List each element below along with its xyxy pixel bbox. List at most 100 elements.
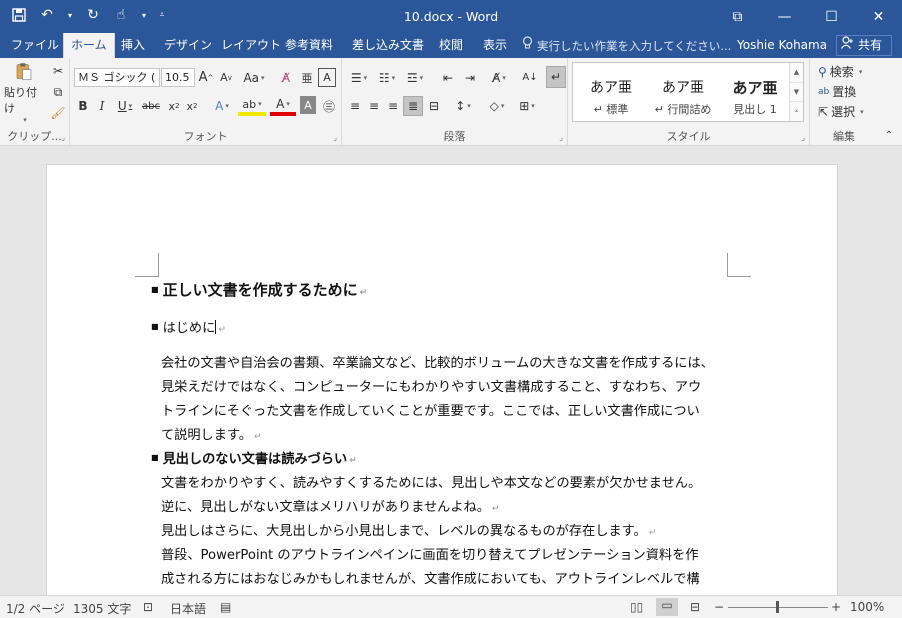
heading-main[interactable]: ■ 正しい文書を作成するために ↵ bbox=[151, 279, 367, 300]
para2-line-2[interactable]: 逆に、見出しがない文章はメリハリがありませんよね。 ↵ bbox=[161, 496, 499, 515]
para1-line-2[interactable]: 見栄えだけではなく、コンピューターにもわかりやすい文書構成すること、すなわち、ア… bbox=[161, 376, 701, 395]
tab-home[interactable]: ホーム bbox=[63, 33, 115, 58]
copy-icon[interactable]: ⧉ bbox=[49, 83, 67, 101]
para1-line-3[interactable]: トラインにそぐった文書を作成していくことが重要です。ここでは、正しい文書作成につ… bbox=[161, 400, 700, 419]
decrease-indent-icon[interactable]: ⇤ bbox=[438, 68, 458, 87]
select-button[interactable]: ⇱ 選択 ▾ bbox=[818, 103, 864, 120]
italic-icon[interactable]: I bbox=[95, 96, 109, 116]
zoom-out-icon[interactable]: − bbox=[714, 600, 724, 614]
tab-review[interactable]: 校閲 bbox=[432, 33, 470, 58]
proofing-icon[interactable]: ⊡ bbox=[143, 600, 153, 614]
user-name[interactable]: Yoshie Kohama bbox=[737, 33, 827, 57]
highlight-color-icon[interactable]: ab ▾ bbox=[238, 96, 266, 116]
page-count[interactable]: 1/2 ページ bbox=[6, 600, 65, 617]
strikethrough-icon[interactable]: abc bbox=[140, 96, 162, 116]
macro-record-icon[interactable]: ▤ bbox=[220, 600, 231, 614]
find-label: 検索 bbox=[829, 65, 854, 79]
enclose-characters-icon[interactable]: ㊂ bbox=[320, 96, 338, 116]
share-button[interactable]: 共有 bbox=[836, 35, 892, 56]
numbering-icon[interactable]: ☷ ▾ bbox=[374, 68, 400, 87]
web-layout-icon[interactable]: ⊟ bbox=[690, 600, 700, 614]
bold-icon[interactable]: B bbox=[76, 96, 90, 116]
style-heading-1[interactable]: あア亜 見出し 1 bbox=[719, 63, 791, 121]
zoom-level[interactable]: 100% bbox=[850, 600, 884, 614]
para2-line-4[interactable]: 普段、PowerPoint のアウトラインペインに画面を切り替えてプレゼンテーシ… bbox=[161, 544, 698, 563]
increase-indent-icon[interactable]: ⇥ bbox=[460, 68, 480, 87]
find-dropdown-icon: ▾ bbox=[858, 67, 863, 76]
shading-icon[interactable]: ◇ ▾ bbox=[484, 96, 510, 116]
para2-line-1[interactable]: 文書をわかりやすく、読みやすくするためには、見出しや本文などの要素が欠かせません… bbox=[161, 472, 701, 491]
multilevel-list-icon[interactable]: ☲ ▾ bbox=[402, 68, 428, 87]
bullets-icon[interactable]: ☰ ▾ bbox=[346, 68, 372, 87]
align-right-icon[interactable]: ≡ bbox=[384, 96, 402, 116]
zoom-slider-thumb[interactable] bbox=[776, 601, 779, 613]
print-layout-icon[interactable]: ▭ bbox=[656, 598, 678, 616]
para2-line-3[interactable]: 見出しはさらに、大見出しから小見出しまで、レベルの異なるものが存在します。 ↵ bbox=[161, 520, 656, 539]
maximize-button[interactable]: ☐ bbox=[808, 0, 855, 33]
document-page[interactable]: ■ 正しい文書を作成するために ↵ ■ はじめに ↵ 会社の文書や自治会の書類、卒業論文… bbox=[46, 164, 838, 595]
read-mode-icon[interactable]: ▯▯ bbox=[630, 600, 643, 614]
style-normal[interactable]: あア亜 ↵ 標準 bbox=[575, 63, 647, 121]
tab-mailings[interactable]: 差し込み文書 bbox=[345, 33, 431, 58]
character-shading-icon[interactable]: A bbox=[300, 96, 316, 114]
para2-line-5[interactable]: 成される方にはおなじみかもしれませんが、文書作成においても、アウトラインレベルで… bbox=[161, 568, 700, 587]
para1-line-4[interactable]: て説明します。 ↵ bbox=[161, 424, 262, 443]
style-no-spacing[interactable]: あア亜 ↵ 行間詰め bbox=[647, 63, 719, 121]
tab-file[interactable]: ファイル bbox=[4, 33, 66, 58]
shrink-font-icon[interactable]: Av bbox=[217, 68, 235, 87]
show-formatting-marks-icon[interactable]: ↵ bbox=[546, 66, 566, 88]
tell-me-box[interactable]: 実行したい作業を入力してください... bbox=[522, 33, 731, 58]
para1-line-1[interactable]: 会社の文書や自治会の書類、卒業論文など、比較的ボリュームの大きな文書を作成するに… bbox=[161, 352, 714, 371]
gallery-up-icon[interactable]: ▲ bbox=[790, 63, 803, 82]
character-border-icon[interactable]: A bbox=[318, 68, 336, 87]
font-launcher-icon[interactable]: ⌟ bbox=[333, 133, 337, 142]
lightbulb-icon bbox=[522, 34, 533, 58]
line-spacing-icon[interactable]: ↕ ▾ bbox=[450, 96, 476, 116]
replace-button[interactable]: ab 置換 bbox=[818, 83, 856, 100]
heading-section[interactable]: ■ 見出しのない文書は読みづらい ↵ bbox=[151, 448, 357, 467]
distributed-icon[interactable]: ⊟ bbox=[425, 96, 443, 116]
font-color-icon[interactable]: A ▾ bbox=[270, 96, 296, 116]
collapse-ribbon-icon[interactable]: ⌃ bbox=[882, 128, 896, 142]
styles-launcher-icon[interactable]: ⌟ bbox=[801, 133, 805, 142]
format-painter-icon[interactable]: 🖌 bbox=[49, 104, 67, 122]
gallery-more-icon[interactable]: ⩡ bbox=[790, 101, 803, 120]
justify-icon[interactable]: ≣ bbox=[403, 96, 423, 116]
find-button[interactable]: ⚲ 検索 ▾ bbox=[818, 63, 862, 80]
paste-button[interactable]: 貼り付け ▾ bbox=[4, 62, 44, 124]
tab-insert[interactable]: 挿入 bbox=[114, 33, 152, 58]
grow-font-icon[interactable]: A ^ bbox=[197, 68, 215, 87]
gallery-down-icon[interactable]: ▼ bbox=[790, 82, 803, 101]
tab-view[interactable]: 表示 bbox=[476, 33, 514, 58]
borders-icon[interactable]: ⊞ ▾ bbox=[514, 96, 540, 116]
tab-references[interactable]: 参考資料 bbox=[278, 33, 340, 58]
align-center-icon[interactable]: ≡ bbox=[365, 96, 383, 116]
style-gallery: あア亜 ↵ 標準 あア亜 ↵ 行間詰め あア亜 見出し 1 ▲ ▼ ⩡ bbox=[572, 62, 804, 122]
text-effects-icon[interactable]: A ▾ bbox=[210, 96, 234, 116]
tab-design[interactable]: デザイン bbox=[157, 33, 219, 58]
asian-layout-icon[interactable]: A̸ ▾ bbox=[486, 68, 512, 87]
zoom-in-icon[interactable]: + bbox=[831, 600, 841, 614]
phonetic-guide-icon[interactable]: 亜 bbox=[298, 68, 316, 87]
language[interactable]: 日本語 bbox=[170, 600, 206, 617]
minimize-button[interactable]: — bbox=[761, 0, 808, 33]
subscript-icon[interactable]: x2 bbox=[166, 96, 182, 116]
cut-icon[interactable]: ✂ bbox=[49, 62, 67, 80]
heading-intro[interactable]: ■ はじめに ↵ bbox=[151, 317, 226, 336]
close-button[interactable]: ✕ bbox=[855, 0, 902, 33]
paragraph-launcher-icon[interactable]: ⌟ bbox=[559, 133, 563, 142]
style-gallery-scroll[interactable]: ▲ ▼ ⩡ bbox=[789, 63, 803, 121]
align-left-icon[interactable]: ≡ bbox=[346, 96, 364, 116]
tab-layout[interactable]: レイアウト bbox=[214, 33, 288, 58]
font-name-combo[interactable]: ＭＳ ゴシック ( bbox=[74, 68, 160, 87]
underline-icon[interactable]: U ▾ bbox=[114, 96, 136, 116]
ribbon-display-options-button[interactable]: ⧉ bbox=[714, 0, 761, 33]
editing-group-label: 編集 bbox=[833, 130, 855, 143]
font-size-combo[interactable]: 10.5 bbox=[161, 68, 195, 87]
sort-icon[interactable]: A↓ bbox=[520, 68, 540, 87]
word-count[interactable]: 1305 文字 bbox=[73, 600, 131, 617]
clipboard-launcher-icon[interactable]: ⌟ bbox=[61, 133, 65, 142]
clear-formatting-icon[interactable]: A̸ bbox=[277, 68, 295, 87]
change-case-icon[interactable]: Aa ▾ bbox=[241, 68, 267, 87]
superscript-icon[interactable]: x2 bbox=[184, 96, 200, 116]
